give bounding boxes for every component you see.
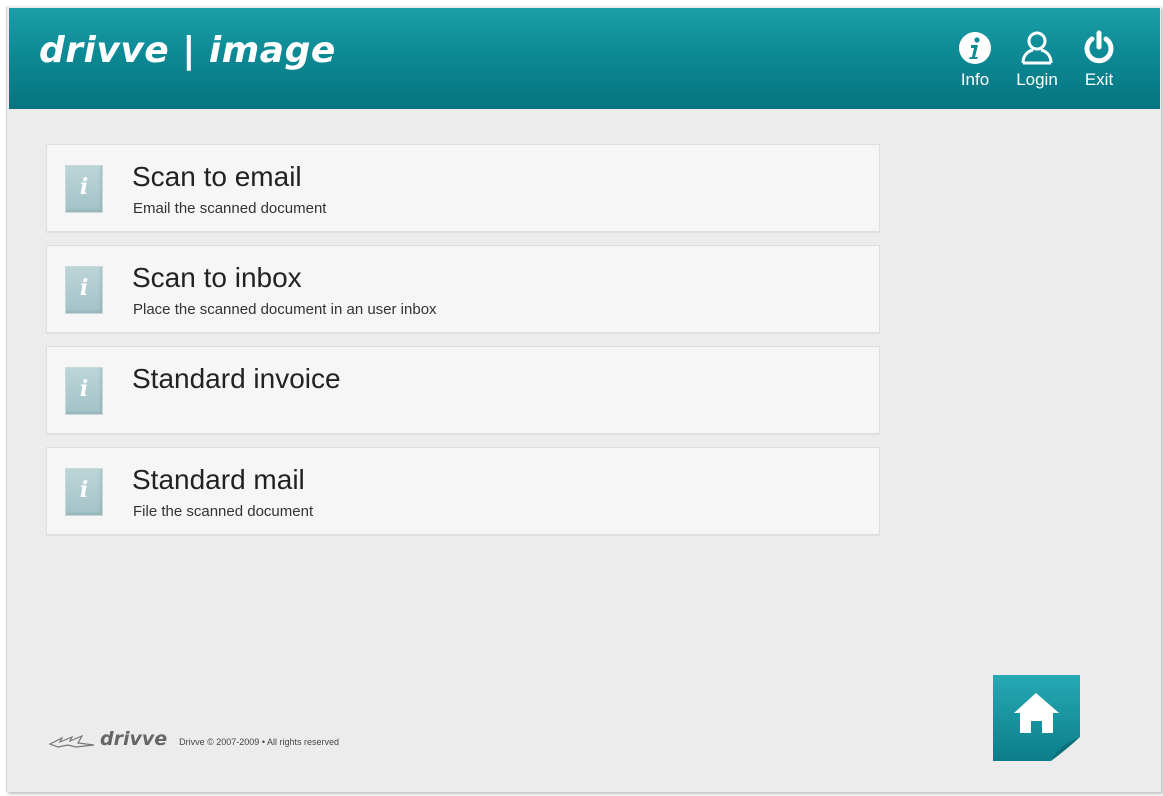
- footer: drivve Drivve © 2007-2009 • All rights r…: [48, 730, 339, 749]
- footer-logo: drivve: [100, 728, 168, 750]
- home-icon: [993, 675, 1080, 761]
- tile-title: Scan to email: [132, 161, 302, 192]
- info-label: Info: [960, 70, 990, 89]
- exit-button[interactable]: Exit: [1068, 30, 1130, 102]
- tile-subtitle: File the scanned document: [133, 503, 314, 520]
- app-logo: drivve | image: [39, 30, 336, 71]
- info-icon: [959, 32, 991, 64]
- info-icon[interactable]: i: [65, 266, 103, 314]
- brand-swoosh-icon: [48, 735, 95, 748]
- tile-subtitle: Place the scanned document in an user in…: [133, 301, 437, 318]
- user-icon: [1021, 31, 1053, 65]
- tile-title: Standard invoice: [132, 363, 341, 394]
- tile-title: Standard mail: [132, 464, 305, 495]
- workflow-list: i Scan to email Email the scanned docume…: [46, 144, 880, 548]
- tile-scan-to-email[interactable]: i Scan to email Email the scanned docume…: [46, 144, 880, 232]
- login-label: Login: [1016, 70, 1058, 89]
- power-icon: [1084, 30, 1114, 64]
- info-icon[interactable]: i: [65, 165, 103, 213]
- exit-label: Exit: [1084, 70, 1114, 89]
- tile-scan-to-inbox[interactable]: i Scan to inbox Place the scanned docume…: [46, 245, 880, 333]
- tile-standard-mail[interactable]: i Standard mail File the scanned documen…: [46, 447, 880, 535]
- tile-standard-invoice[interactable]: i Standard invoice: [46, 346, 880, 434]
- info-icon[interactable]: i: [65, 367, 103, 415]
- top-nav: Info Login Exit: [944, 30, 1130, 102]
- home-button[interactable]: [993, 675, 1080, 761]
- info-button[interactable]: Info: [944, 30, 1006, 102]
- login-button[interactable]: Login: [1006, 30, 1068, 102]
- tile-subtitle: Email the scanned document: [133, 200, 327, 217]
- tile-title: Scan to inbox: [132, 262, 302, 293]
- info-icon[interactable]: i: [65, 468, 103, 516]
- app-header: drivve | image Info Login Exit: [9, 8, 1160, 109]
- copyright-text: Drivve © 2007-2009 • All rights reserved: [179, 737, 339, 747]
